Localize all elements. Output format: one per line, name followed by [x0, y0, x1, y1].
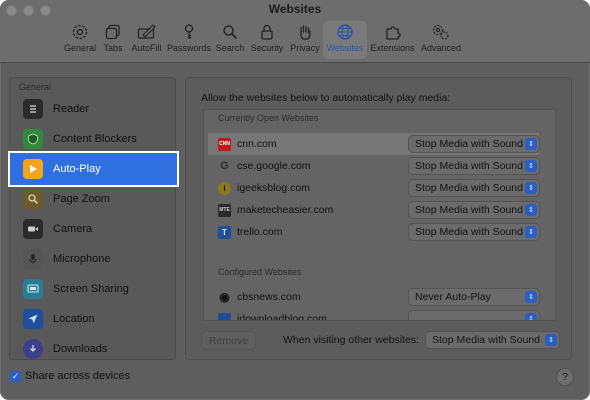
- tab-security[interactable]: Security: [247, 21, 287, 59]
- list-item[interactable]: CNN cnn.com Stop Media with Sound ⇕: [208, 133, 539, 155]
- maketecheasier-favicon: MTE: [218, 203, 231, 217]
- share-across-devices-checkbox[interactable]: ✓: [10, 371, 21, 382]
- reader-icon: [23, 99, 43, 119]
- shield-icon: [23, 129, 43, 149]
- auto-play-select[interactable]: Stop Media with Sound ⇕: [409, 180, 539, 196]
- magnifier-icon: [220, 22, 240, 42]
- microphone-icon: [23, 249, 43, 269]
- title-bar: Websites General Tabs AutoFill Passwords…: [0, 0, 590, 63]
- tab-websites[interactable]: Websites: [323, 21, 367, 59]
- sidebar-item-reader[interactable]: Reader: [10, 94, 175, 124]
- auto-play-select[interactable]: Stop Media with Sound ⇕: [409, 136, 539, 152]
- list-item[interactable]: MTE maketecheasier.com Stop Media with S…: [208, 199, 539, 221]
- trello-favicon: T: [218, 225, 231, 239]
- google-favicon: G: [220, 160, 229, 172]
- key-icon: [179, 22, 199, 42]
- sidebar-item-content-blockers[interactable]: Content Blockers: [10, 124, 175, 154]
- window-title: Websites: [268, 2, 322, 16]
- screen-sharing-icon: [23, 279, 43, 299]
- play-icon: [23, 159, 43, 179]
- tabs-icon: [103, 22, 123, 42]
- tab-passwords[interactable]: Passwords: [165, 21, 213, 59]
- magnifier-icon: [23, 189, 43, 209]
- other-websites-select[interactable]: Stop Media with Sound ⇕: [426, 332, 559, 348]
- list-item[interactable]: ◉ cbsnews.com Never Auto-Play ⇕: [208, 286, 539, 308]
- cbsnews-favicon: ◉: [219, 290, 230, 304]
- camera-icon: [23, 219, 43, 239]
- hand-icon: [295, 22, 315, 42]
- sidebar-item-screen-sharing[interactable]: Screen Sharing: [10, 274, 175, 304]
- tab-advanced[interactable]: Advanced: [418, 21, 464, 59]
- lock-icon: [257, 22, 277, 42]
- preferences-toolbar: General Tabs AutoFill Passwords Search S…: [62, 21, 464, 61]
- tab-tabs[interactable]: Tabs: [98, 21, 128, 59]
- auto-play-panel: Allow the websites below to automaticall…: [185, 77, 572, 360]
- sidebar-item-auto-play[interactable]: Auto-Play: [8, 151, 179, 187]
- tab-extensions[interactable]: Extensions: [367, 21, 418, 59]
- other-websites-label: When visiting other websites:: [283, 334, 419, 346]
- sidebar-item-camera[interactable]: Camera: [10, 214, 175, 244]
- section-header-open: Currently Open Websites: [218, 113, 319, 123]
- chevron-updown-icon: ⇕: [525, 160, 537, 172]
- cnn-favicon: CNN: [218, 137, 231, 151]
- tab-autofill[interactable]: AutoFill: [128, 21, 165, 59]
- tab-general[interactable]: General: [62, 21, 98, 59]
- list-item[interactable]: G cse.google.com Stop Media with Sound ⇕: [208, 155, 539, 177]
- gears-icon: [431, 22, 451, 42]
- chevron-updown-icon: ⇕: [525, 291, 537, 303]
- sidebar-item-page-zoom[interactable]: Page Zoom: [10, 184, 175, 214]
- sidebar-item-location[interactable]: Location: [10, 304, 175, 334]
- chevron-updown-icon: ⇕: [525, 313, 537, 320]
- panel-description: Allow the websites below to automaticall…: [201, 92, 451, 104]
- downloads-icon: [23, 339, 43, 359]
- list-item[interactable]: i igeeksblog.com Stop Media with Sound ⇕: [208, 177, 539, 199]
- safari-preferences-window: Websites General Tabs AutoFill Passwords…: [0, 0, 590, 400]
- chevron-updown-icon: ⇕: [525, 226, 537, 238]
- location-icon: [23, 309, 43, 329]
- idownloadblog-favicon: [218, 312, 231, 320]
- auto-play-select[interactable]: Never Auto-Play ⇕: [409, 289, 539, 305]
- chevron-updown-icon: ⇕: [545, 334, 557, 346]
- globe-icon: [335, 22, 355, 42]
- section-header-configured: Configured Websites: [218, 267, 302, 277]
- auto-play-select[interactable]: Stop Media with Sound ⇕: [409, 202, 539, 218]
- remove-button[interactable]: Remove: [202, 332, 255, 349]
- list-item[interactable]: idownloadblog.com ⇕: [208, 308, 539, 320]
- websites-list[interactable]: Currently Open Websites CNN cnn.com Stop…: [203, 109, 556, 321]
- share-across-devices-label: Share across devices: [25, 370, 131, 382]
- chevron-updown-icon: ⇕: [525, 204, 537, 216]
- sidebar-item-microphone[interactable]: Microphone: [10, 244, 175, 274]
- gear-icon: [70, 22, 90, 42]
- puzzle-icon: [383, 22, 403, 42]
- auto-play-select[interactable]: ⇕: [409, 311, 539, 320]
- chevron-updown-icon: ⇕: [525, 138, 537, 150]
- chevron-updown-icon: ⇕: [525, 182, 537, 194]
- auto-play-select[interactable]: Stop Media with Sound ⇕: [409, 158, 539, 174]
- igeeksblog-favicon: i: [218, 181, 231, 195]
- sidebar: General Reader Content Blockers Auto-Pla…: [8, 77, 179, 360]
- pencil-icon: [137, 22, 157, 42]
- list-item[interactable]: T trello.com Stop Media with Sound ⇕: [208, 221, 539, 243]
- tab-privacy[interactable]: Privacy: [287, 21, 323, 59]
- help-button[interactable]: ?: [557, 369, 573, 385]
- auto-play-select[interactable]: Stop Media with Sound ⇕: [409, 224, 539, 240]
- tab-search[interactable]: Search: [213, 21, 247, 59]
- sidebar-item-downloads[interactable]: Downloads: [10, 334, 175, 364]
